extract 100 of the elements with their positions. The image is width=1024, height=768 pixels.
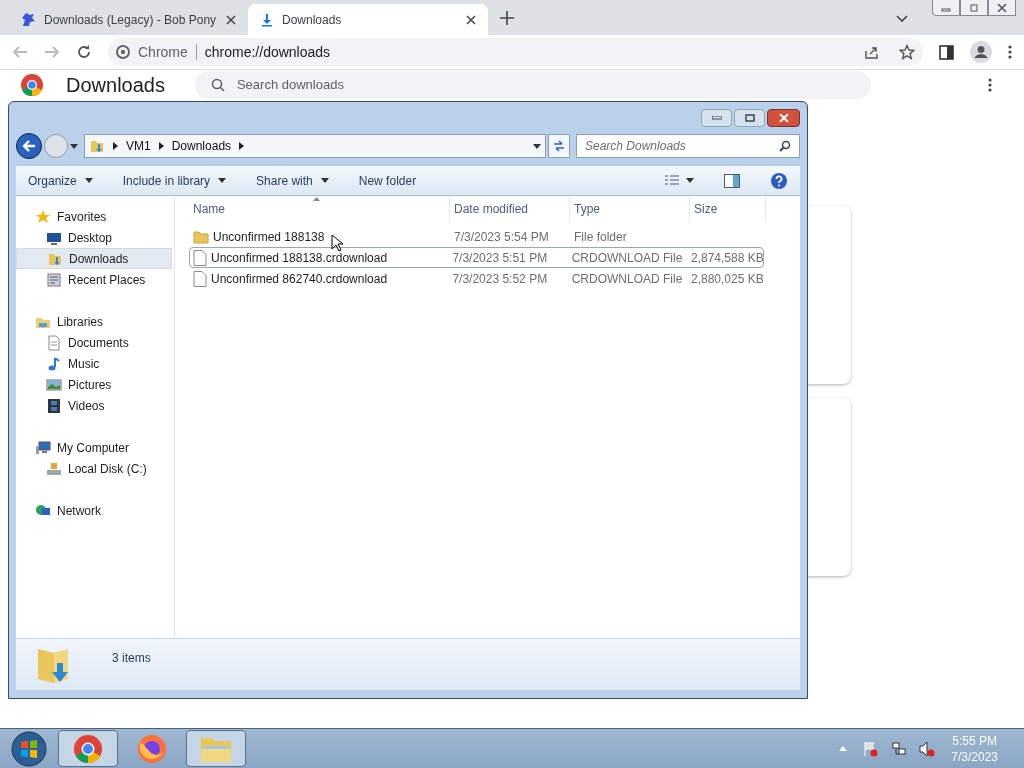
chevron-icon	[113, 142, 118, 150]
breadcrumb-item[interactable]: VM1	[126, 137, 151, 155]
file-size: 2,880,025 KB	[690, 270, 763, 288]
new-tab-icon[interactable]	[500, 11, 514, 25]
command-button[interactable]: New folder	[358, 171, 417, 190]
file-date: 7/3/2023 5:52 PM	[451, 270, 549, 288]
recent-icon	[46, 271, 62, 288]
star-icon[interactable]	[899, 44, 915, 60]
address-bar[interactable]: Chrome chrome://downloads	[108, 38, 923, 66]
flag-icon[interactable]	[863, 740, 880, 757]
taskbar-button[interactable]	[186, 730, 246, 767]
caret-icon	[320, 178, 329, 183]
file-type: File folder	[573, 228, 628, 246]
close-button[interactable]	[988, 0, 1016, 16]
downloads-icon	[89, 138, 105, 154]
nav-item[interactable]: Music	[16, 353, 174, 374]
maximize-icon	[744, 114, 755, 122]
search-icon	[779, 140, 791, 152]
file-row[interactable]: Unconfirmed 188138.crdownload 7/3/2023 5:51 PM CRDOWNLOAD File 2,874,588 KB	[189, 247, 764, 268]
column-header[interactable]: Type	[570, 196, 690, 222]
chrome-logo-icon	[116, 45, 130, 59]
caret-icon	[533, 143, 541, 149]
column-header[interactable]: Date modified	[450, 196, 570, 222]
reload-icon[interactable]	[76, 44, 92, 60]
file-icon	[193, 249, 207, 266]
file-name: Unconfirmed 188138.crdownload	[211, 249, 388, 267]
disk-icon	[46, 460, 62, 477]
caret-icon	[84, 178, 93, 183]
restore-button[interactable]	[960, 0, 988, 16]
file-icon	[193, 270, 207, 287]
nav-item[interactable]: Recent Places	[16, 269, 174, 290]
chevron-icon	[239, 142, 245, 150]
share-icon[interactable]	[864, 44, 879, 60]
search-icon	[210, 78, 225, 92]
nav-item[interactable]: Downloads	[16, 248, 172, 269]
more-icon[interactable]	[988, 78, 992, 92]
folder-icon	[193, 229, 209, 244]
command-button[interactable]: Share with	[256, 171, 329, 190]
back-button[interactable]	[16, 133, 42, 159]
firefox-logo-icon	[137, 733, 167, 764]
maximize-button[interactable]	[734, 109, 765, 127]
file-type: CRDOWNLOAD File	[570, 270, 684, 288]
nav-item[interactable]: Videos	[16, 395, 174, 416]
profile-icon[interactable]	[970, 41, 992, 63]
search-field[interactable]: Search downloads	[194, 71, 871, 99]
speaker-icon[interactable]	[919, 740, 936, 757]
file-row[interactable]: Unconfirmed 188138 7/3/2023 5:54 PM File folder	[189, 226, 764, 247]
site-label: Chrome	[138, 42, 188, 62]
nav-item[interactable]: My Computer	[16, 437, 174, 458]
network-icon[interactable]	[891, 740, 908, 757]
nav-item[interactable]: Pictures	[16, 374, 174, 395]
caret-icon	[70, 143, 78, 149]
breadcrumb-item[interactable]: Downloads	[171, 137, 232, 155]
music-icon	[46, 355, 62, 372]
command-button[interactable]: Include in library	[122, 171, 227, 190]
menu-icon[interactable]	[1008, 45, 1012, 59]
column-header[interactable]: Size	[690, 196, 766, 222]
caret-icon	[686, 178, 694, 183]
chevron-icon	[158, 142, 164, 150]
file-name: Unconfirmed 862740.crdownload	[211, 270, 388, 288]
windows-logo-icon	[11, 730, 47, 767]
browser-tab[interactable]: Downloads	[248, 4, 488, 35]
file-type: CRDOWNLOAD File	[570, 249, 684, 267]
computer-icon	[35, 439, 51, 456]
close-icon[interactable]	[226, 14, 236, 25]
taskbar-button[interactable]	[58, 730, 118, 767]
browser-tab[interactable]: Downloads (Legacy) - Bob Pony	[8, 4, 248, 35]
tab-title: Downloads (Legacy) - Bob Pony	[44, 11, 218, 29]
download-icon	[260, 12, 274, 27]
close-icon	[778, 114, 789, 122]
document-icon	[46, 334, 62, 351]
search-field[interactable]: Search Downloads	[576, 134, 800, 158]
chevron-down-icon[interactable]	[896, 15, 908, 23]
chrome-logo-icon	[20, 73, 44, 97]
chrome-logo-icon	[73, 733, 103, 764]
close-button[interactable]	[767, 109, 800, 127]
pictures-icon	[46, 376, 62, 393]
nav-item[interactable]: Libraries	[16, 311, 174, 332]
refresh-button[interactable]	[548, 134, 570, 158]
preview-pane-icon[interactable]	[724, 173, 740, 188]
item-count: 3 items	[112, 650, 151, 667]
minimize-button[interactable]	[932, 0, 960, 16]
help-icon[interactable]	[770, 171, 788, 190]
refresh-icon	[553, 140, 565, 152]
nav-item[interactable]: Local Disk (C:)	[16, 458, 174, 479]
file-row[interactable]: Unconfirmed 862740.crdownload 7/3/2023 5:52 PM CRDOWNLOAD File 2,880,025 KB	[189, 268, 764, 289]
column-header[interactable]: Name	[189, 196, 450, 222]
side-panel-icon[interactable]	[939, 44, 954, 60]
horse-icon	[20, 11, 36, 28]
file-name: Unconfirmed 188138	[213, 228, 325, 246]
close-icon[interactable]	[466, 14, 476, 25]
nav-item[interactable]: Network	[16, 500, 174, 521]
nav-item[interactable]: Documents	[16, 332, 174, 353]
file-date: 7/3/2023 5:54 PM	[453, 228, 550, 246]
nav-item[interactable]: Desktop	[16, 227, 174, 248]
url-text: chrome://downloads	[204, 42, 331, 62]
address-bar[interactable]: VM1 Downloads	[84, 134, 546, 158]
caret-icon	[218, 178, 227, 183]
nav-item[interactable]: Favorites	[16, 206, 174, 227]
command-button[interactable]: Organize	[28, 171, 93, 190]
